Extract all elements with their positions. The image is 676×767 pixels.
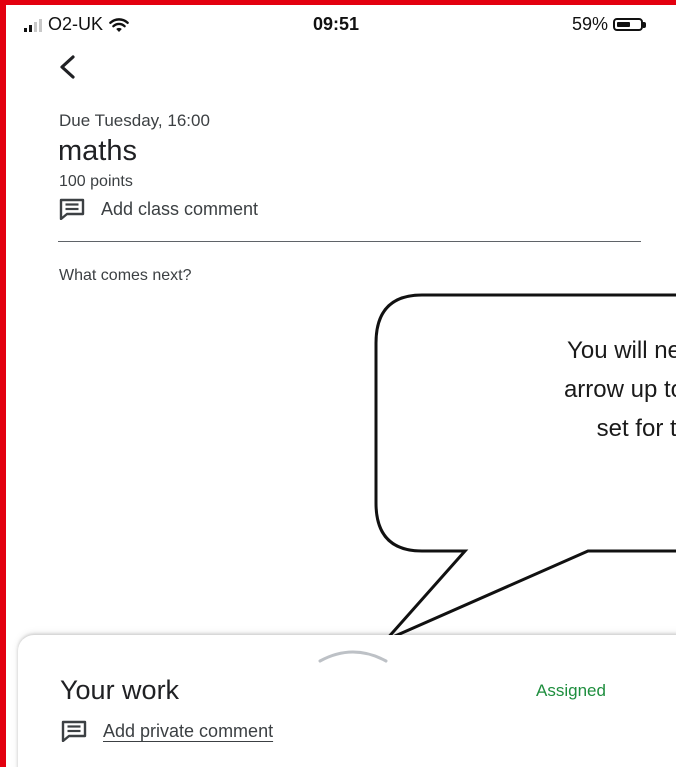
add-private-comment-button[interactable]: Add private comment bbox=[61, 720, 273, 742]
back-button[interactable] bbox=[54, 49, 84, 85]
add-class-comment-label: Add class comment bbox=[101, 198, 259, 219]
battery-percent: 59% bbox=[572, 14, 609, 34]
section-divider bbox=[58, 241, 641, 242]
battery-fill bbox=[617, 22, 631, 27]
add-class-comment-button[interactable]: Add class comment bbox=[59, 198, 258, 220]
assignment-title: maths bbox=[58, 135, 137, 167]
wifi-icon bbox=[109, 17, 129, 32]
status-bar: O2-UK 09:51 59% bbox=[6, 5, 676, 45]
add-private-comment-label: Add private comment bbox=[103, 720, 274, 741]
status-badge: Assigned bbox=[536, 681, 606, 700]
your-work-sheet: Your work Assigned Add private comment bbox=[18, 635, 676, 767]
status-bar-left: O2-UK bbox=[24, 14, 129, 35]
due-date: Due Tuesday, 16:00 bbox=[59, 111, 210, 130]
chevron-up-icon[interactable] bbox=[318, 645, 388, 665]
next-prompt: What comes next? bbox=[59, 267, 192, 284]
comment-icon bbox=[61, 720, 87, 742]
carrier-label: O2-UK bbox=[48, 14, 104, 34]
status-time: 09:51 bbox=[313, 14, 360, 34]
status-bar-right: 59% bbox=[572, 14, 647, 35]
battery-icon bbox=[613, 18, 647, 31]
screenshot-frame: O2-UK 09:51 59% Due Tuesday, 16:00 maths… bbox=[0, 0, 676, 767]
assignment-points: 100 points bbox=[59, 173, 133, 190]
callout-text: You will need to s arrow up to reveal se… bbox=[563, 337, 676, 442]
your-work-title: Your work bbox=[60, 675, 180, 705]
back-arrow-icon bbox=[60, 55, 75, 79]
signal-icon bbox=[24, 18, 42, 32]
comment-icon bbox=[59, 198, 85, 220]
